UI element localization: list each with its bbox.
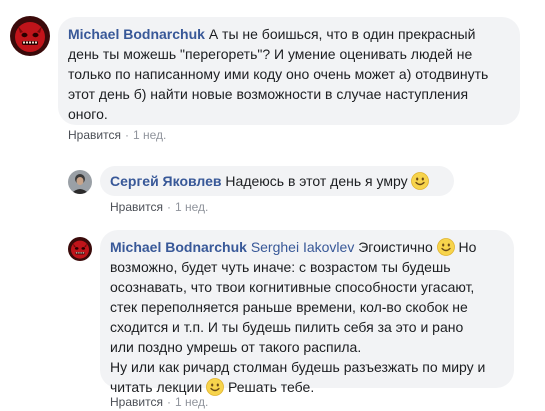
comment-text-line: день ты можешь "перегореть"? И умение оц…	[68, 46, 473, 62]
comment-text-line: стек переполняется раньше времени, кол-в…	[110, 299, 468, 315]
comment-text: Эгоистично	[358, 239, 433, 255]
mention-link[interactable]: Serghei Iakovlev	[251, 239, 355, 255]
comment-text-line: Ну или как ричард столман будешь разъезж…	[110, 359, 486, 375]
comment-text-line: или поздно умрешь от такого распила.	[110, 339, 362, 355]
comment-text-line: оного.	[68, 106, 108, 122]
red-devil-avatar[interactable]	[10, 16, 50, 56]
smiley-emoji-icon	[411, 172, 429, 190]
comment-text-line: осознавать, что твои когнитивные способн…	[110, 279, 475, 295]
comment-bubble: Michael Bodnarchuk А ты не боишься, что …	[58, 17, 520, 125]
comment-text: Но	[458, 239, 477, 255]
man-portrait-avatar[interactable]	[68, 170, 92, 194]
comment-text: читать лекции	[110, 379, 203, 395]
comment-text-line: Michael Bodnarchuk А ты не боишься, что …	[68, 24, 508, 44]
comment-bubble: Michael Bodnarchuk Serghei Iakovlev Эгои…	[100, 230, 514, 388]
timestamp[interactable]: 1 нед.	[175, 200, 208, 214]
comment-author[interactable]: Michael Bodnarchuk	[110, 239, 247, 255]
separator: ·	[166, 395, 171, 409]
comment-text-line: Сергей Яковлев Надеюсь в этот день я умр…	[110, 171, 442, 191]
comment-author[interactable]: Сергей Яковлев	[110, 173, 222, 189]
comment-actions: Нравится · 1 нед.	[110, 394, 208, 410]
like-link[interactable]: Нравится	[68, 128, 121, 142]
smiley-emoji-icon	[206, 378, 224, 396]
like-link[interactable]: Нравится	[110, 395, 163, 409]
separator: ·	[166, 200, 171, 214]
separator: ·	[124, 128, 129, 142]
timestamp[interactable]: 1 нед.	[133, 128, 166, 142]
comment-text-line: сходится и т.п. И ты будешь пилить себя …	[110, 319, 464, 335]
comment-author[interactable]: Michael Bodnarchuk	[68, 26, 205, 42]
comment-text: Решать тебе.	[227, 379, 315, 395]
comment-text-line: возможно, будет чуть иначе: с возрастом …	[110, 259, 451, 275]
comment-text: Надеюсь в этот день я умру	[225, 173, 408, 189]
comment-text-line: только по написанному ими коду оно очень…	[68, 66, 489, 82]
smiley-emoji-icon	[437, 238, 455, 256]
comment-text-line: этот день б) найти новые возможности в с…	[68, 86, 469, 102]
comment-bubble: Сергей Яковлев Надеюсь в этот день я умр…	[100, 166, 454, 196]
comment-actions: Нравится · 1 нед.	[110, 199, 208, 215]
comment-text: А ты не боишься, что в один прекрасный	[208, 26, 476, 42]
like-link[interactable]: Нравится	[110, 200, 163, 214]
comment-text-line: Michael Bodnarchuk Serghei Iakovlev Эгои…	[110, 237, 502, 257]
timestamp[interactable]: 1 нед.	[175, 395, 208, 409]
comment-actions: Нравится · 1 нед.	[68, 127, 166, 143]
red-devil-avatar[interactable]	[68, 237, 92, 261]
